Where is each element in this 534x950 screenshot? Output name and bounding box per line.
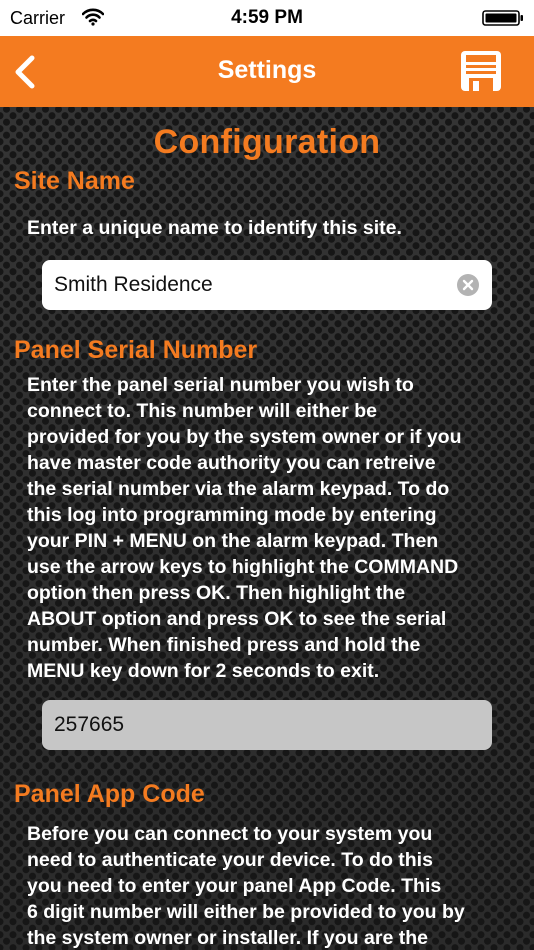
floppy-disk-save-icon: [461, 51, 501, 91]
site-name-description: Enter a unique name to identify this sit…: [27, 217, 402, 239]
panel-serial-heading: Panel Serial Number: [14, 336, 258, 364]
panel-app-code-description: Before you can connect to your system yo…: [27, 823, 465, 949]
nav-bar: Settings: [0, 36, 534, 107]
site-name-heading: Site Name: [14, 167, 135, 195]
panel-serial-description: Enter the panel serial number you wish t…: [27, 374, 462, 682]
panel-app-code-heading: Panel App Code: [14, 780, 205, 808]
panel-serial-field[interactable]: 257665: [42, 700, 492, 750]
nav-title: Settings: [217, 56, 317, 84]
status-bar: Carrier 4:59 PM: [0, 0, 534, 36]
status-time: 4:59 PM: [231, 7, 303, 28]
clear-text-icon[interactable]: [456, 273, 480, 297]
page-title: Configuration: [153, 123, 381, 161]
site-name-value: Smith Residence: [54, 273, 213, 296]
battery-icon: [482, 10, 523, 26]
site-name-field[interactable]: Smith Residence: [42, 260, 492, 310]
settings-content[interactable]: Configuration Site Name Enter a unique n…: [0, 107, 534, 950]
save-button[interactable]: [460, 50, 502, 92]
panel-serial-value: 257665: [54, 713, 125, 736]
